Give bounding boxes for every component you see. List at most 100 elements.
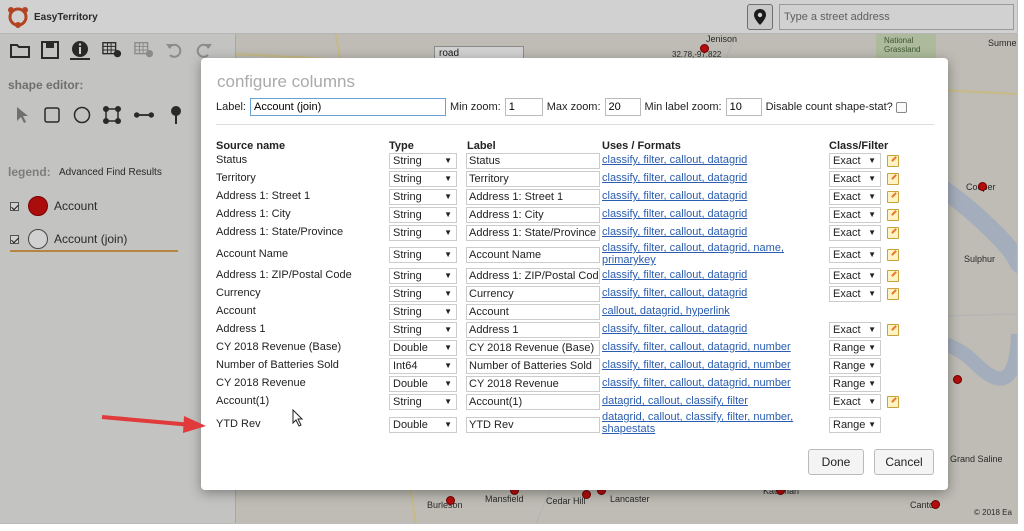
header-source: Source name [216, 140, 286, 152]
uses-formats-link[interactable]: classify, filter, callout, datagrid, num… [602, 359, 810, 371]
uses-formats-link[interactable]: classify, filter, callout, datagrid [602, 172, 810, 184]
uses-formats-link[interactable]: classify, filter, callout, datagrid [602, 269, 810, 281]
class-filter-select[interactable]: Range [829, 376, 881, 392]
app-window: Sumner National Grassland Cooper Sulphur… [0, 0, 1018, 524]
edit-icon[interactable] [887, 155, 899, 167]
min-zoom-label: Min zoom: [449, 101, 501, 113]
class-filter-select[interactable]: Exact [829, 153, 881, 169]
label-input[interactable]: Address 1: State/Province [466, 225, 600, 241]
type-select[interactable]: Double [389, 417, 457, 433]
class-filter-select[interactable]: Exact [829, 207, 881, 223]
type-select[interactable]: String [389, 286, 457, 302]
type-select[interactable]: String [389, 153, 457, 169]
layer-label-input[interactable] [249, 98, 446, 116]
type-select[interactable]: String [389, 268, 457, 284]
source-name: Address 1: ZIP/Postal Code [216, 269, 352, 281]
edit-icon[interactable] [887, 288, 899, 300]
min-label-zoom-label: Min label zoom: [644, 101, 722, 113]
columns-header: Source name Type Label Uses / Formats Cl… [216, 140, 936, 152]
edit-icon[interactable] [887, 227, 899, 239]
class-filter-select[interactable]: Exact [829, 247, 881, 263]
class-filter-select[interactable]: Exact [829, 286, 881, 302]
done-button[interactable]: Done [808, 449, 864, 475]
type-select[interactable]: String [389, 225, 457, 241]
label-input[interactable]: Currency [466, 286, 600, 302]
type-select[interactable]: String [389, 322, 457, 338]
type-select[interactable]: String [389, 207, 457, 223]
label-input[interactable]: Address 1 [466, 322, 600, 338]
disable-count-label: Disable count shape-stat? [765, 101, 893, 113]
edit-icon[interactable] [887, 173, 899, 185]
uses-formats-link[interactable]: classify, filter, callout, datagrid [602, 287, 810, 299]
edit-icon[interactable] [887, 270, 899, 282]
source-name: Account(1) [216, 395, 270, 407]
label-input[interactable]: Address 1: Street 1 [466, 189, 600, 205]
label-input[interactable]: CY 2018 Revenue [466, 376, 600, 392]
header-uses: Uses / Formats [602, 140, 681, 152]
annotation-arrow-icon [101, 415, 206, 433]
class-filter-select[interactable]: Exact [829, 394, 881, 410]
type-select[interactable]: String [389, 394, 457, 410]
class-filter-select[interactable]: Exact [829, 268, 881, 284]
uses-formats-link[interactable]: classify, filter, callout, datagrid [602, 226, 810, 238]
edit-icon[interactable] [887, 209, 899, 221]
class-filter-select[interactable]: Range [829, 417, 881, 433]
class-filter-select[interactable]: Exact [829, 322, 881, 338]
uses-formats-link[interactable]: classify, filter, callout, datagrid, num… [602, 377, 810, 389]
table-row: Account(1)StringAccount(1)datagrid, call… [216, 393, 936, 411]
min-label-zoom-input[interactable] [725, 98, 762, 116]
divider [216, 124, 934, 125]
uses-formats-link[interactable]: datagrid, callout, classify, filter, num… [602, 411, 810, 435]
uses-formats-link[interactable]: classify, filter, callout, datagrid [602, 154, 810, 166]
label-input[interactable]: CY 2018 Revenue (Base) [466, 340, 600, 356]
cancel-button[interactable]: Cancel [874, 449, 934, 475]
table-row: TerritoryStringTerritoryclassify, filter… [216, 170, 936, 188]
class-filter-select[interactable]: Exact [829, 225, 881, 241]
header-class: Class/Filter [829, 140, 889, 152]
label-input[interactable]: Address 1: ZIP/Postal Code [466, 268, 600, 284]
uses-formats-link[interactable]: classify, filter, callout, datagrid [602, 190, 810, 202]
type-select[interactable]: String [389, 304, 457, 320]
uses-formats-link[interactable]: classify, filter, callout, datagrid, num… [602, 341, 810, 353]
label-input[interactable]: Account Name [466, 247, 600, 263]
table-row: CY 2018 RevenueDoubleCY 2018 Revenueclas… [216, 375, 936, 393]
label-input[interactable]: Status [466, 153, 600, 169]
label-input[interactable]: Address 1: City [466, 207, 600, 223]
edit-icon[interactable] [887, 249, 899, 261]
label-input[interactable]: Territory [466, 171, 600, 187]
configure-columns-dialog: configure columns Label: Min zoom: Max z… [201, 58, 948, 490]
uses-formats-link[interactable]: classify, filter, callout, datagrid [602, 208, 810, 220]
uses-formats-link[interactable]: classify, filter, callout, datagrid, nam… [602, 242, 810, 266]
class-filter-select[interactable]: Exact [829, 189, 881, 205]
label-input[interactable]: Number of Batteries Sold [466, 358, 600, 374]
header-label: Label [467, 140, 496, 152]
edit-icon[interactable] [887, 396, 899, 408]
max-zoom-label: Max zoom: [546, 101, 601, 113]
label-input[interactable]: Account(1) [466, 394, 600, 410]
type-select[interactable]: String [389, 189, 457, 205]
source-name: Account [216, 305, 256, 317]
type-select[interactable]: Double [389, 340, 457, 356]
type-select[interactable]: Int64 [389, 358, 457, 374]
class-filter-select[interactable]: Exact [829, 171, 881, 187]
disable-count-checkbox[interactable] [895, 101, 907, 113]
max-zoom-input[interactable] [604, 98, 641, 116]
type-select[interactable]: String [389, 171, 457, 187]
edit-icon[interactable] [887, 324, 899, 336]
label-input[interactable]: YTD Rev [466, 417, 600, 433]
uses-formats-link[interactable]: callout, datagrid, hyperlink [602, 305, 810, 317]
type-select[interactable]: String [389, 247, 457, 263]
type-select[interactable]: Double [389, 376, 457, 392]
min-zoom-input[interactable] [504, 98, 543, 116]
source-name: YTD Rev [216, 418, 261, 430]
label-input[interactable]: Account [466, 304, 600, 320]
edit-icon[interactable] [887, 191, 899, 203]
source-name: Number of Batteries Sold [216, 359, 339, 371]
source-name: CY 2018 Revenue [216, 377, 306, 389]
class-filter-select[interactable]: Range [829, 358, 881, 374]
uses-formats-link[interactable]: datagrid, callout, classify, filter [602, 395, 810, 407]
uses-formats-link[interactable]: classify, filter, callout, datagrid [602, 323, 810, 335]
class-filter-select[interactable]: Range [829, 340, 881, 356]
label-field-label: Label: [216, 101, 246, 113]
table-row: CY 2018 Revenue (Base) Double CY 2018 Reve… [216, 339, 936, 357]
